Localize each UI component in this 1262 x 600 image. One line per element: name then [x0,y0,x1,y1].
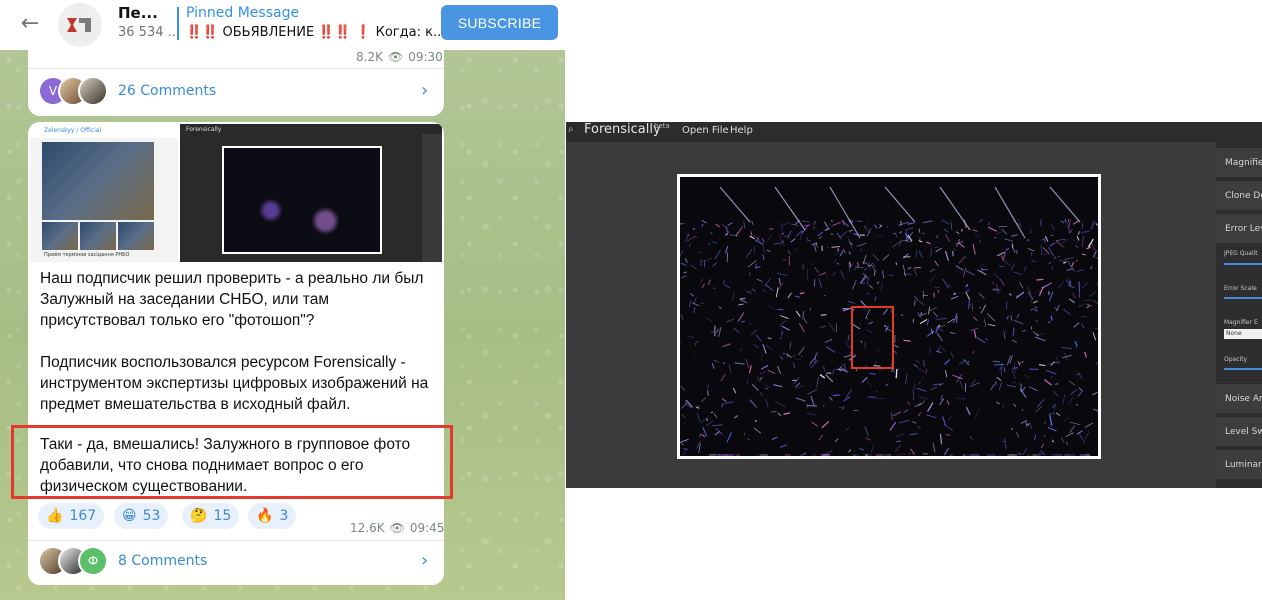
reaction-count: 15 [213,508,232,524]
pinned-word: ОБЬЯВЛЕНИЕ [222,25,315,40]
thumb2-analysis-image [222,146,382,254]
post-time: 09:30 [408,50,443,64]
post-image-telegram-screenshot[interactable]: Zelenskyy / Official Приём термінов засі… [30,124,178,262]
chevron-right-icon[interactable]: › [421,80,428,101]
menu-help[interactable]: Help [730,125,753,136]
pinned-tail: Когда: к... [375,25,446,40]
thumb-photo-small [42,222,78,250]
back-arrow-icon[interactable]: ← [18,12,42,36]
pinned-label[interactable]: Pinned Message [186,5,299,21]
channel-logo-icon [67,18,91,32]
commenter-avatar [78,76,108,106]
forensically-top-bar: ⌕ Forensically beta Open File Help [566,122,1262,142]
pinned-emoji-2: ‼️‼️ ❗ [318,25,372,40]
divider [28,68,444,69]
thumb2-side-panel [422,134,442,262]
channel-name[interactable]: Пе... [118,4,158,22]
tool-noise-analysis[interactable]: Noise An [1216,383,1262,413]
thumb2-title: Forensically [186,126,222,133]
commenter-avatar: Ф [78,546,108,576]
thumbs-up-icon: 👍 [46,508,64,524]
magnifier-select[interactable]: None [1224,329,1262,339]
tool-magnifier[interactable]: Magnifier [1216,147,1262,177]
menu-open-file[interactable]: Open File [682,125,729,136]
fire-icon: 🔥 [256,508,274,524]
grin-icon: 😁 [122,508,137,524]
reaction-count: 3 [279,508,289,524]
view-count: 12.6K [350,521,385,535]
thumb-caption: Приём термінов засідання РНБО [44,252,130,258]
thumb-channel-name: Zelenskyy / Official [30,124,178,138]
post-paragraph: Наш подписчик решил проверить - а реальн… [40,270,424,329]
comments-link[interactable]: 26 Comments [118,83,216,99]
reaction-count: 167 [69,508,97,524]
reaction-count: 53 [142,508,161,524]
tool-clone-detection[interactable]: Clone De [1216,180,1262,210]
opacity-label: Opacity [1224,356,1248,363]
thinking-icon: 🤔 [190,508,208,524]
subscribe-button[interactable]: SUBSCRIBE [441,5,558,40]
pinned-emoji-1: ‼️‼️ [186,25,219,40]
thumb-photo-small [118,222,154,250]
comments-link[interactable]: 8 Comments [118,553,207,569]
reaction-chip[interactable]: 🤔 15 [182,503,240,529]
reaction-chip[interactable]: 👍 167 [38,503,105,529]
error-level-analysis-image[interactable] [677,174,1101,459]
tool-luminance[interactable]: Luminanc [1216,449,1262,479]
post-image-forensically[interactable]: Forensically [180,124,442,262]
red-highlight-box [851,306,894,369]
red-highlight-box [11,425,453,499]
magnifier-enhancement-label: Magnifier E [1224,319,1258,326]
reaction-chip[interactable]: 😁 53 [114,503,169,529]
message-bubble: Zelenskyy / Official Приём термінов засі… [28,122,444,585]
reaction-chip[interactable]: 🔥 3 [248,503,297,529]
jpeg-quality-slider[interactable] [1224,263,1262,265]
beta-label: beta [654,122,670,130]
divider [28,540,444,541]
view-counter: 8.2K 👁 09:30 [356,50,443,64]
tool-level-sweep[interactable]: Level Swe [1216,416,1262,446]
chevron-right-icon[interactable]: › [421,550,428,571]
error-scale-slider[interactable] [1224,297,1262,299]
channel-header: ← Пе... 36 534 ... Pinned Message ‼️‼️ О… [0,0,565,50]
view-counter: 12.6K 👁 09:45 [350,521,444,535]
thumb-photo-small [80,222,116,250]
thumb-meeting-photo [42,142,154,220]
view-count: 8.2K [356,50,383,64]
post-time: 09:45 [409,521,444,535]
post-paragraph: Подписчик воспользовался ресурсом Forens… [40,354,429,413]
opacity-slider[interactable] [1224,368,1262,370]
subscriber-count: 36 534 ... [118,25,181,40]
magnifier-logo-icon: ⌕ [568,124,574,135]
pinned-bar [177,7,179,40]
telegram-screenshot: ← Пе... 36 534 ... Pinned Message ‼️‼️ О… [0,0,565,600]
channel-avatar[interactable] [58,3,102,47]
eye-icon: 👁 [387,50,404,64]
forensically-title: Forensically [584,122,661,137]
pinned-message-text[interactable]: ‼️‼️ ОБЬЯВЛЕНИЕ ‼️‼️ ❗ Когда: к... [186,25,445,40]
eye-icon: 👁 [389,521,405,535]
error-scale-label: Error Scale [1224,285,1257,292]
forensically-screenshot: ⌕ Forensically beta Open File Help Magni… [566,122,1262,488]
jpeg-quality-label: JPEG Qualit [1224,250,1258,257]
tool-error-level[interactable]: Error Lev [1216,213,1262,243]
